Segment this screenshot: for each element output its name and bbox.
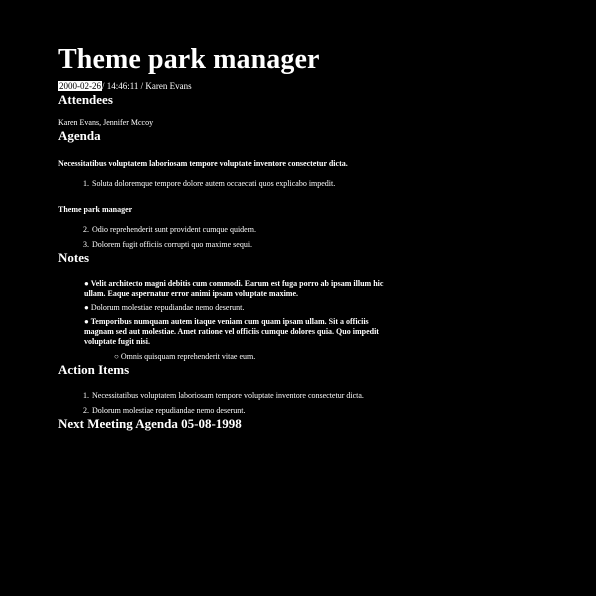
circle-bullet-icon: ○ (114, 352, 119, 361)
list-item-text: Dolorum molestiae repudiandae nemo deser… (92, 406, 246, 415)
list-item: ● Dolorum molestiae repudiandae nemo des… (58, 303, 394, 313)
meeting-date: 2000-02-26 (58, 81, 102, 91)
list-item-text: Omnis quisquam reprehenderit vitae eum. (120, 352, 256, 361)
agenda-heading: Agenda (58, 128, 101, 143)
list-item: 2. Dolorum molestiae repudiandae nemo de… (58, 405, 578, 416)
list-item: 2. Odio reprehenderit sunt provident cum… (58, 224, 578, 235)
notes-heading: Notes (58, 250, 90, 265)
list-item-number: 2. (83, 406, 89, 415)
meeting-notes-page: Theme park manager 2000-02-26/ 14:46:11 … (58, 42, 578, 432)
agenda-list: 1. Soluta doloremque tempore dolore aute… (58, 178, 578, 189)
list-item: 1. Necessitatibus voluptatem laboriosam … (58, 390, 578, 401)
list-item-text: Soluta doloremque tempore dolore autem o… (92, 179, 336, 188)
agenda-lead-text: Necessitatibus voluptatem laboriosam tem… (58, 159, 348, 168)
agenda-list: 2. Odio reprehenderit sunt provident cum… (58, 224, 578, 250)
list-item: ● Velit architecto magni debitis cum com… (58, 279, 394, 299)
bullet-icon: ● (84, 303, 89, 312)
list-item-text: Odio reprehenderit sunt provident cumque… (92, 225, 256, 234)
list-item-number: 2. (83, 225, 89, 234)
list-item: ● Temporibus numquam autem itaque veniam… (58, 317, 394, 347)
bullet-icon: ● (84, 279, 89, 288)
notes-list: ● Velit architecto magni debitis cum com… (58, 279, 578, 362)
attendees-list: Karen Evans, Jennifer Mccoy (58, 118, 154, 127)
action-items-heading: Action Items (58, 362, 130, 377)
attendees-heading: Attendees (58, 92, 113, 107)
next-meeting-heading: Next Meeting Agenda 05-08-1998 (58, 416, 242, 431)
agenda-subheading: Theme park manager (58, 205, 133, 214)
page-title: Theme park manager (58, 44, 320, 75)
list-item-text: Necessitatibus voluptatem laboriosam tem… (92, 391, 364, 400)
list-item-text: Dolorum molestiae repudiandae nemo deser… (90, 303, 245, 312)
sub-list-item: ○ Omnis quisquam reprehenderit vitae eum… (58, 351, 578, 362)
list-item-text: Temporibus numquam autem itaque veniam c… (84, 317, 379, 346)
meeting-meta: 2000-02-26/ 14:46:11 / Karen Evans (58, 80, 578, 92)
meeting-time-author: / 14:46:11 / Karen Evans (102, 81, 192, 91)
list-item-text: Dolorem fugit officiis corrupti quo maxi… (92, 240, 253, 249)
list-item-text: Velit architecto magni debitis cum commo… (84, 279, 384, 298)
list-item-number: 3. (83, 240, 89, 249)
list-item-number: 1. (83, 179, 89, 188)
list-item-number: 1. (83, 391, 89, 400)
list-item: 3. Dolorem fugit officiis corrupti quo m… (58, 239, 578, 250)
action-items-list: 1. Necessitatibus voluptatem laboriosam … (58, 390, 578, 416)
bullet-icon: ● (84, 317, 89, 326)
list-item: 1. Soluta doloremque tempore dolore aute… (58, 178, 578, 189)
